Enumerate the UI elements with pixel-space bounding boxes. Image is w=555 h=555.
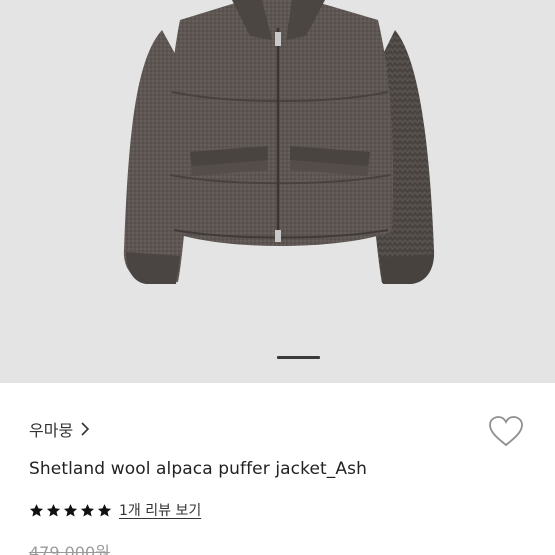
star-filled-icon — [46, 503, 61, 516]
original-price: 479,000원 — [29, 543, 110, 555]
product-image-carousel[interactable] — [0, 0, 555, 383]
brand-link[interactable]: 우마뭉 — [29, 417, 91, 441]
star-filled-icon — [63, 503, 78, 516]
rating-row: 1개 리뷰 보기 — [29, 500, 201, 520]
rating-stars — [29, 503, 112, 518]
review-link[interactable]: 1개 리뷰 보기 — [119, 500, 201, 520]
product-image — [123, 0, 435, 284]
wishlist-button[interactable] — [486, 412, 526, 450]
chevron-right-icon — [81, 422, 90, 436]
brand-name: 우마뭉 — [29, 421, 74, 440]
carousel-indicator[interactable] — [277, 356, 320, 359]
product-detail-page: 우마뭉 Shetland wool alpaca puffer jacket_A… — [0, 0, 555, 555]
product-title: Shetland wool alpaca puffer jacket_Ash — [29, 459, 367, 479]
star-filled-icon — [97, 503, 112, 516]
heart-outline-icon — [489, 416, 523, 447]
star-filled-icon — [29, 503, 44, 516]
star-filled-icon — [80, 503, 95, 516]
